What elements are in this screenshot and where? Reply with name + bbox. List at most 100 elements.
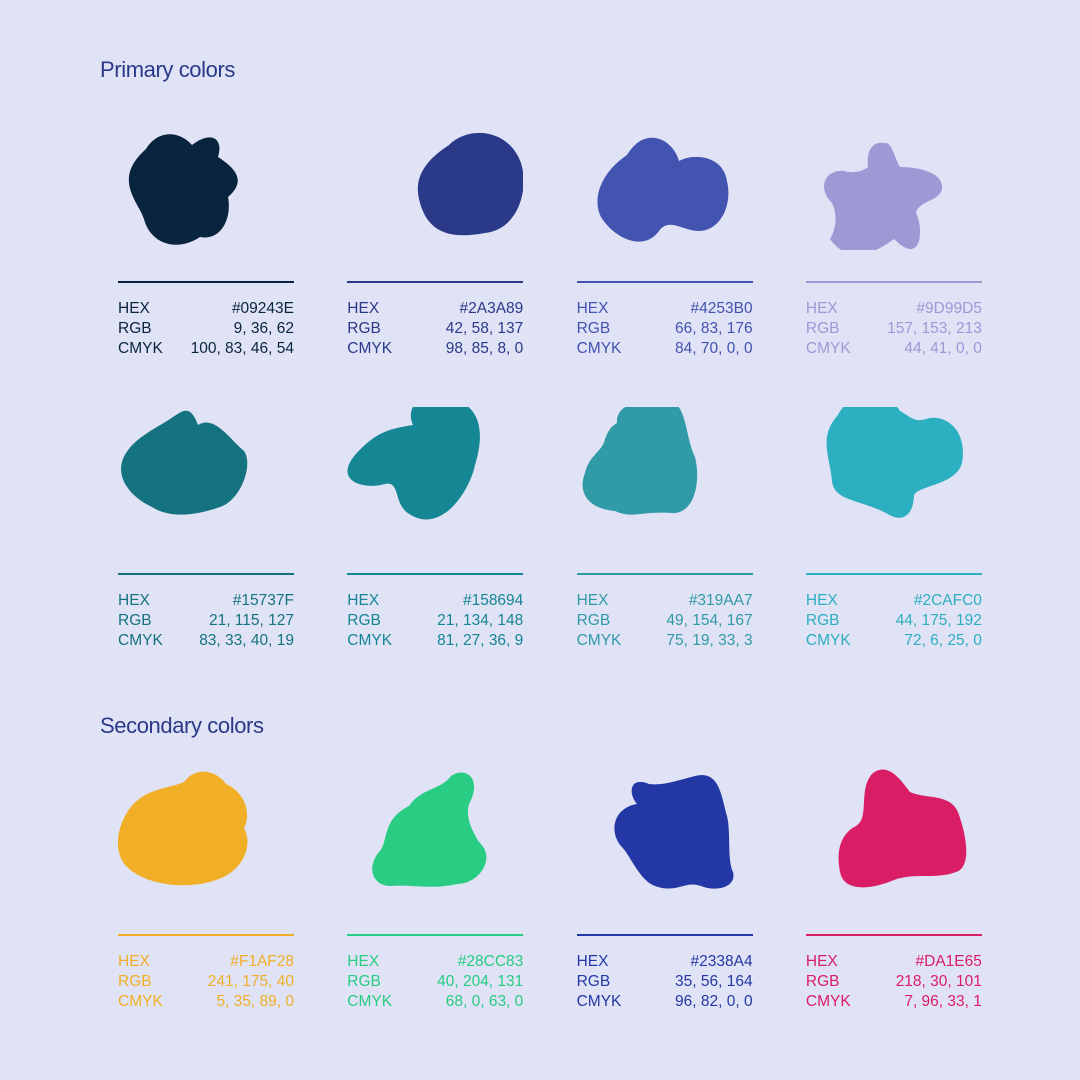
primary-colors-heading: Primary colors bbox=[100, 57, 235, 82]
hex-value: #9D99D5 bbox=[916, 300, 982, 317]
color-spec-table: HEX #2CAFC0 RGB 44, 175, 192 CMYK 72, 6, 25, … bbox=[806, 591, 982, 651]
rgb-value: 21, 134, 148 bbox=[437, 612, 524, 629]
cmyk-row: CMYK 68, 0, 63, 0 bbox=[347, 992, 523, 1012]
color-blob bbox=[597, 137, 728, 242]
cmyk-row: CMYK 7, 96, 33, 1 bbox=[806, 992, 982, 1012]
color-spec-table: HEX #2A3A89 RGB 42, 58, 137 CMYK 98, 85, 8, 0 bbox=[347, 299, 523, 359]
rgb-value: 49, 154, 167 bbox=[666, 612, 753, 629]
color-blob-shape bbox=[121, 410, 248, 515]
hex-value: #319AA7 bbox=[688, 592, 753, 609]
divider-line bbox=[118, 934, 294, 936]
hex-label: HEX bbox=[347, 953, 380, 970]
rgb-label: RGB bbox=[118, 320, 152, 337]
hex-row: HEX #DA1E65 bbox=[806, 952, 982, 972]
hex-value: #2A3A89 bbox=[459, 300, 524, 317]
divider-line bbox=[118, 281, 294, 283]
cmyk-row: CMYK 96, 82, 0, 0 bbox=[577, 992, 753, 1012]
rgb-value: 35, 56, 164 bbox=[675, 973, 753, 990]
color-blob-shape bbox=[597, 137, 728, 242]
rgb-label: RGB bbox=[576, 612, 611, 629]
color-blob-shape bbox=[118, 771, 248, 886]
color-blob bbox=[614, 775, 734, 889]
rgb-label: RGB bbox=[576, 320, 611, 337]
rgb-row: RGB 218, 30, 101 bbox=[806, 972, 982, 992]
cmyk-row: CMYK 100, 83, 46, 54 bbox=[118, 339, 294, 359]
cmyk-label: CMYK bbox=[118, 340, 163, 357]
color-blob bbox=[418, 132, 524, 236]
hex-value: #F1AF28 bbox=[230, 953, 294, 970]
rgb-label: RGB bbox=[347, 973, 381, 990]
hex-value: #09243E bbox=[231, 300, 294, 317]
cmyk-label: CMYK bbox=[118, 632, 163, 649]
cmyk-row: CMYK 72, 6, 25, 0 bbox=[806, 631, 982, 651]
cmyk-value: 7, 96, 33, 1 bbox=[904, 993, 982, 1010]
rgb-row: RGB 42, 58, 137 bbox=[347, 319, 523, 339]
color-swatch-card: HEX #158694 RGB 21, 134, 148 CMYK 81, 27, 36,… bbox=[347, 407, 524, 651]
hex-row: HEX #28CC83 bbox=[347, 952, 523, 972]
color-blob-shape bbox=[372, 772, 487, 887]
divider-line bbox=[805, 934, 982, 936]
cmyk-value: 72, 6, 25, 0 bbox=[904, 632, 982, 649]
color-blob-shape bbox=[823, 142, 942, 250]
divider-line bbox=[347, 934, 524, 936]
color-swatch-card: HEX #28CC83 RGB 40, 204, 131 CMYK 68, 0, 63, … bbox=[347, 768, 524, 1012]
primary-color-grid: HEX #09243E RGB 9, 36, 62 CMYK 100, 83, 46, 5… bbox=[118, 115, 982, 651]
hex-value: #4253B0 bbox=[690, 300, 753, 317]
cmyk-label: CMYK bbox=[805, 340, 851, 357]
rgb-label: RGB bbox=[347, 320, 381, 337]
divider-line bbox=[805, 573, 982, 575]
cmyk-label: CMYK bbox=[805, 632, 851, 649]
cmyk-row: CMYK 83, 33, 40, 19 bbox=[118, 631, 294, 651]
cmyk-value: 98, 85, 8, 0 bbox=[445, 340, 524, 357]
color-blob-shape bbox=[582, 407, 697, 515]
hex-row: HEX #4253B0 bbox=[577, 299, 753, 319]
cmyk-row: CMYK 5, 35, 89, 0 bbox=[118, 992, 294, 1012]
color-spec-table: HEX #9D99D5 RGB 157, 153, 213 CMYK 44, 41, 0,… bbox=[806, 299, 982, 359]
divider-line bbox=[576, 281, 753, 283]
color-spec-table: HEX #15737F RGB 21, 115, 127 CMYK 83, 33, 40,… bbox=[118, 591, 294, 651]
hex-label: HEX bbox=[347, 592, 380, 609]
rgb-label: RGB bbox=[118, 612, 152, 629]
hex-label: HEX bbox=[576, 592, 609, 609]
cmyk-label: CMYK bbox=[118, 993, 163, 1010]
color-blob bbox=[372, 772, 487, 887]
hex-value: #158694 bbox=[462, 592, 524, 609]
cmyk-label: CMYK bbox=[347, 340, 393, 357]
color-swatch-card: HEX #2CAFC0 RGB 44, 175, 192 CMYK 72, 6, 25, … bbox=[805, 407, 982, 651]
color-blob-shape bbox=[838, 769, 967, 888]
hex-label: HEX bbox=[805, 300, 838, 317]
cmyk-label: CMYK bbox=[805, 993, 851, 1010]
color-spec-table: HEX #F1AF28 RGB 241, 175, 40 CMYK 5, 35, 89, … bbox=[118, 952, 294, 1012]
cmyk-value: 75, 19, 33, 3 bbox=[666, 632, 753, 649]
hex-value: #2CAFC0 bbox=[913, 592, 982, 609]
rgb-value: 21, 115, 127 bbox=[208, 612, 294, 629]
color-spec-table: HEX #09243E RGB 9, 36, 62 CMYK 100, 83, 46, 5… bbox=[118, 299, 294, 359]
hex-row: HEX #2A3A89 bbox=[347, 299, 523, 319]
hex-label: HEX bbox=[805, 592, 838, 609]
divider-line bbox=[347, 573, 524, 575]
cmyk-value: 84, 70, 0, 0 bbox=[675, 340, 753, 357]
color-swatch-card: HEX #15737F RGB 21, 115, 127 CMYK 83, 33, 40,… bbox=[118, 407, 294, 651]
cmyk-row: CMYK 98, 85, 8, 0 bbox=[347, 339, 523, 359]
hex-label: HEX bbox=[118, 300, 150, 317]
cmyk-row: CMYK 84, 70, 0, 0 bbox=[577, 339, 753, 359]
rgb-value: 157, 153, 213 bbox=[887, 320, 982, 337]
cmyk-value: 83, 33, 40, 19 bbox=[199, 632, 294, 649]
hex-row: HEX #319AA7 bbox=[577, 591, 753, 611]
color-blob-shape bbox=[347, 407, 481, 520]
rgb-value: 218, 30, 101 bbox=[895, 973, 982, 990]
color-blob bbox=[838, 769, 967, 888]
hex-value: #15737F bbox=[232, 592, 294, 609]
hex-label: HEX bbox=[347, 300, 380, 317]
cmyk-value: 68, 0, 63, 0 bbox=[445, 993, 524, 1010]
rgb-row: RGB 9, 36, 62 bbox=[118, 319, 294, 339]
hex-row: HEX #158694 bbox=[347, 591, 523, 611]
color-spec-table: HEX #2338A4 RGB 35, 56, 164 CMYK 96, 82, 0, 0 bbox=[577, 952, 753, 1012]
color-blob bbox=[582, 407, 697, 515]
color-swatch-card: HEX #F1AF28 RGB 241, 175, 40 CMYK 5, 35, 89, … bbox=[118, 768, 294, 1012]
cmyk-row: CMYK 44, 41, 0, 0 bbox=[806, 339, 982, 359]
color-swatch-card: HEX #2A3A89 RGB 42, 58, 137 CMYK 98, 85, 8, 0 bbox=[347, 115, 524, 359]
rgb-row: RGB 35, 56, 164 bbox=[577, 972, 753, 992]
hex-label: HEX bbox=[576, 300, 609, 317]
secondary-color-grid: HEX #F1AF28 RGB 241, 175, 40 CMYK 5, 35, 89, … bbox=[118, 768, 982, 1012]
